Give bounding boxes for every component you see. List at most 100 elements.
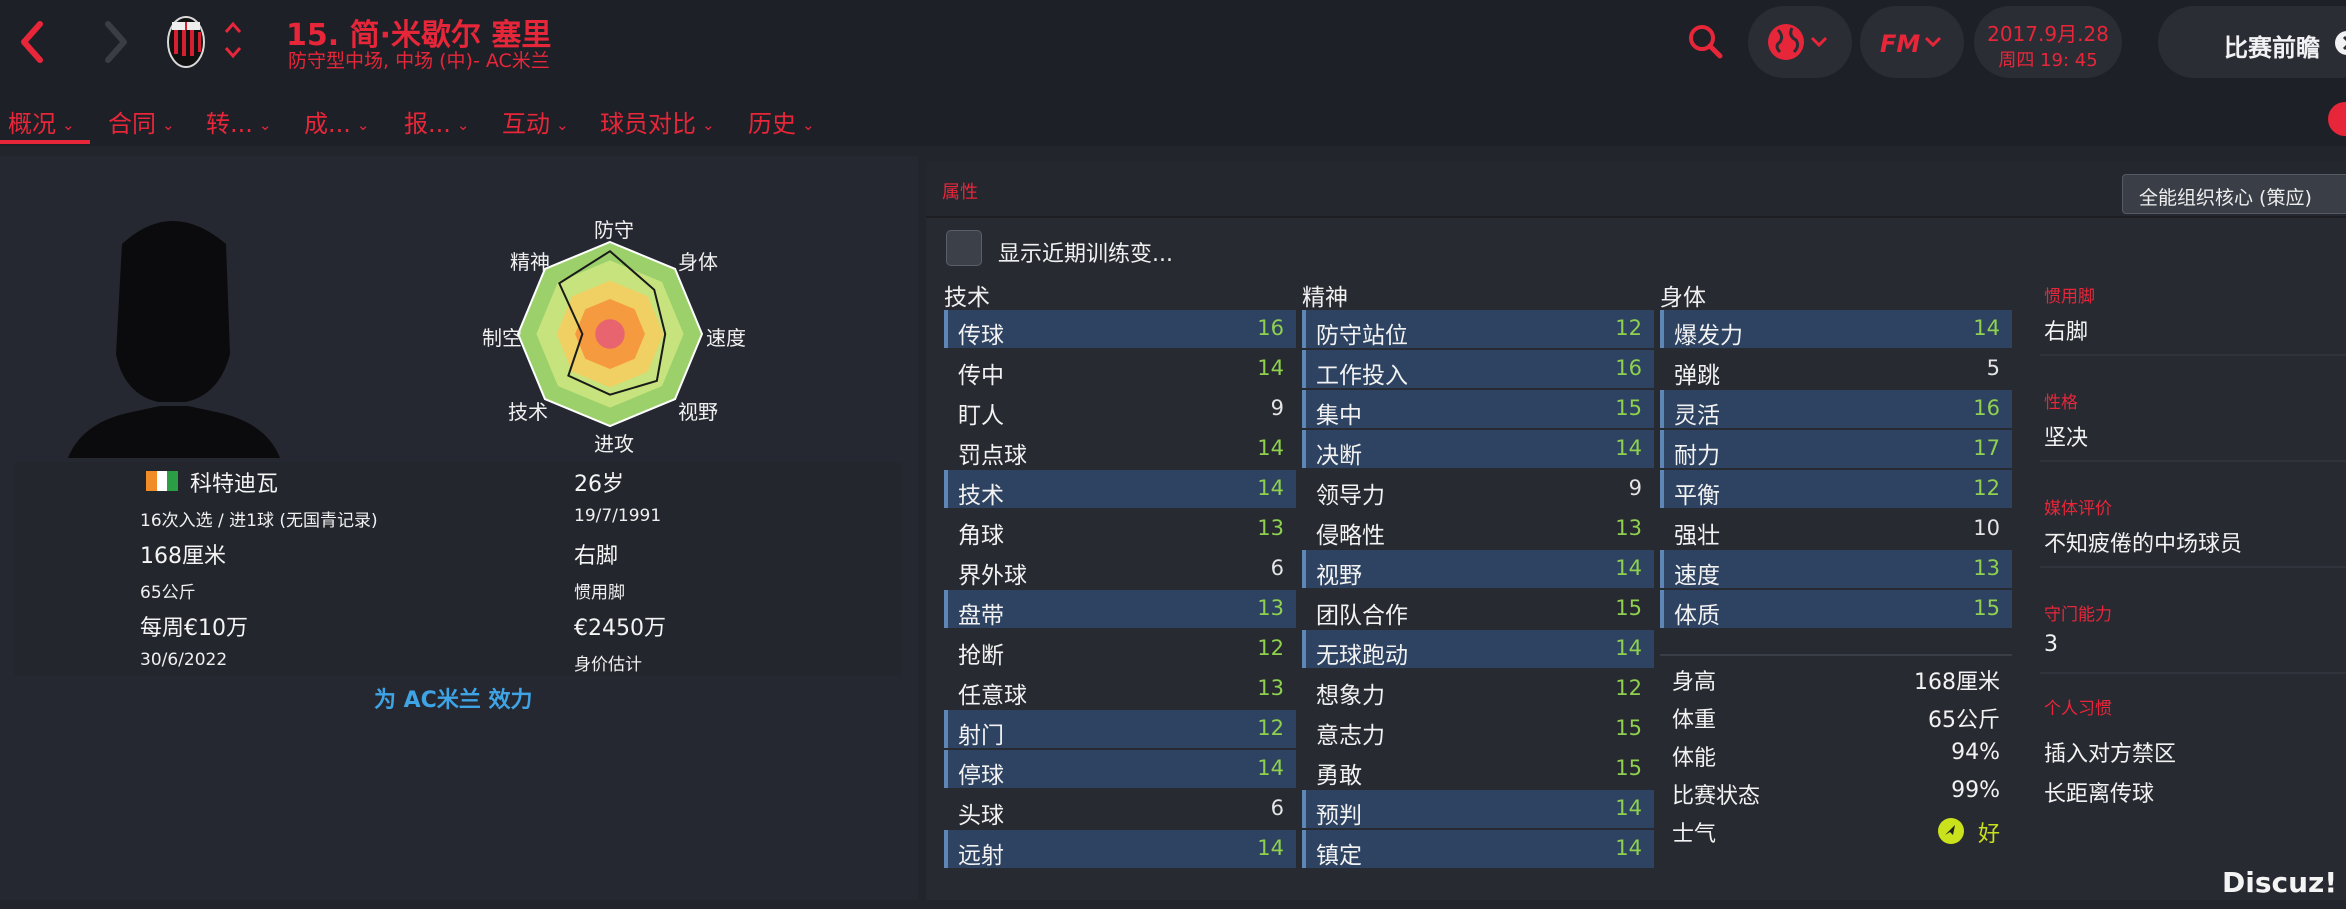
attribute-row[interactable]: 镇定 14	[1302, 830, 1654, 869]
attribute-name: 预判	[1316, 803, 1362, 829]
technical-column-title: 技术	[944, 285, 990, 311]
radar-label-mental: 精神	[510, 250, 550, 274]
attribute-value: 14	[1615, 636, 1642, 660]
attribute-row[interactable]: 强壮 10	[1660, 510, 2012, 549]
attribute-row[interactable]: 勇敢 15	[1302, 750, 1654, 789]
tab-interaction[interactable]: 互动 ⌄	[502, 104, 569, 139]
attribute-value: 14	[1257, 756, 1284, 780]
stat-row-condition: 体能 94%	[1672, 740, 2000, 771]
attribute-row[interactable]: 灵活 16	[1660, 390, 2012, 429]
attribute-row[interactable]: 任意球 13	[944, 670, 1296, 709]
attribute-row[interactable]: 预判 14	[1302, 790, 1654, 829]
attribute-row[interactable]: 决断 14	[1302, 430, 1654, 469]
attribute-row[interactable]: 远射 14	[944, 830, 1296, 869]
stat-row-match-fitness: 比赛状态 99%	[1672, 778, 2000, 809]
attributes-title: 属性	[942, 182, 978, 203]
attribute-row[interactable]: 射门 12	[944, 710, 1296, 749]
forward-arrow-icon[interactable]	[96, 18, 136, 66]
attribute-name: 停球	[958, 763, 1004, 789]
attribute-name: 远射	[958, 843, 1004, 869]
attribute-name: 防守站位	[1316, 323, 1408, 349]
tab-contract[interactable]: 合同 ⌄	[108, 104, 175, 139]
training-changes-label: 显示近期训练变...	[998, 242, 1173, 267]
attribute-row[interactable]: 集中 15	[1302, 390, 1654, 429]
attribute-row[interactable]: 头球 6	[944, 790, 1296, 829]
attribute-value: 6	[1270, 556, 1284, 580]
tab-history[interactable]: 历史 ⌄	[748, 104, 815, 139]
training-changes-checkbox[interactable]	[946, 230, 982, 266]
attribute-row[interactable]: 体质 15	[1660, 590, 2012, 629]
attribute-name: 集中	[1316, 403, 1362, 429]
attribute-row[interactable]: 传中 14	[944, 350, 1296, 389]
role-select-button[interactable]: 全能组织核心 (策应)	[2122, 174, 2346, 214]
caps-label: 16次入选 / 进1球 (无国青记录)	[140, 511, 378, 531]
attribute-value: 13	[1615, 516, 1642, 540]
attribute-row[interactable]: 工作投入 16	[1302, 350, 1654, 389]
attribute-row[interactable]: 无球跑动 14	[1302, 630, 1654, 669]
attribute-row[interactable]: 角球 13	[944, 510, 1296, 549]
fm-menu-button[interactable]: FM	[1860, 6, 1964, 78]
attribute-row[interactable]: 抢断 12	[944, 630, 1296, 669]
attribute-name: 弹跳	[1674, 363, 1720, 389]
tab-development[interactable]: 成... ⌄	[304, 104, 369, 139]
attribute-row[interactable]: 防守站位 12	[1302, 310, 1654, 349]
attribute-name: 技术	[958, 483, 1004, 509]
attribute-row[interactable]: 耐力 17	[1660, 430, 2012, 469]
attribute-name: 想象力	[1316, 683, 1385, 709]
attribute-row[interactable]: 技术 14	[944, 470, 1296, 509]
attribute-row[interactable]: 视野 14	[1302, 550, 1654, 589]
attribute-row[interactable]: 罚点球 14	[944, 430, 1296, 469]
fm-logo-icon: FM	[1880, 30, 1920, 58]
attribute-value: 17	[1973, 436, 2000, 460]
tab-transfer[interactable]: 转... ⌄	[206, 104, 271, 139]
attribute-row[interactable]: 盯人 9	[944, 390, 1296, 429]
attribute-name: 领导力	[1316, 483, 1385, 509]
radar-label-technique: 技术	[508, 400, 548, 424]
attribute-row[interactable]: 盘带 13	[944, 590, 1296, 629]
tab-reports[interactable]: 报... ⌄	[404, 104, 469, 139]
market-value: €2450万	[574, 616, 666, 641]
attribute-row[interactable]: 界外球 6	[944, 550, 1296, 589]
attribute-row[interactable]: 弹跳 5	[1660, 350, 2012, 389]
attribute-row[interactable]: 团队合作 15	[1302, 590, 1654, 629]
attribute-value: 13	[1257, 676, 1284, 700]
attribute-row[interactable]: 速度 13	[1660, 550, 2012, 589]
watermark-label: Discuz!	[2222, 866, 2338, 899]
player-silhouette	[66, 214, 282, 458]
attribute-row[interactable]: 爆发力 14	[1660, 310, 2012, 349]
attribute-name: 盯人	[958, 403, 1004, 429]
nationality-label[interactable]: 科特迪瓦	[190, 466, 278, 498]
world-menu-button[interactable]	[1748, 6, 1852, 78]
attribute-name: 工作投入	[1316, 363, 1408, 389]
attribute-name: 罚点球	[958, 443, 1027, 469]
tab-bar: 概况 ⌄ 合同 ⌄ 转... ⌄ 成... ⌄ 报... ⌄ 互动 ⌄ 球员对比 ⌄ 历史 ⌄	[0, 86, 2346, 146]
globe-icon	[1768, 24, 1828, 60]
radar-label-attack: 进攻	[594, 432, 634, 456]
attribute-row[interactable]: 侵略性 13	[1302, 510, 1654, 549]
tab-compare[interactable]: 球员对比 ⌄	[600, 104, 715, 139]
attribute-row[interactable]: 意志力 15	[1302, 710, 1654, 749]
tab-overview[interactable]: 概况 ⌄	[8, 104, 75, 139]
attribute-value: 12	[1973, 476, 2000, 500]
attribute-name: 灵活	[1674, 403, 1720, 429]
attribute-value: 15	[1615, 396, 1642, 420]
side-goalkeeping: 守门能力 3	[2040, 600, 2346, 674]
club-crest-icon[interactable]	[166, 14, 206, 70]
attribute-row[interactable]: 想象力 12	[1302, 670, 1654, 709]
date-display[interactable]: 2017.9月.28 周四 19: 45	[1974, 6, 2122, 78]
attribute-row[interactable]: 传球 16	[944, 310, 1296, 349]
plays-for-link[interactable]: 为 AC米兰 效力	[374, 682, 533, 714]
attribute-row[interactable]: 平衡 12	[1660, 470, 2012, 509]
match-preview-button[interactable]: 比赛前瞻	[2158, 6, 2346, 78]
attribute-name: 侵略性	[1316, 523, 1385, 549]
back-arrow-icon[interactable]	[12, 18, 52, 66]
dob-value: 19/7/1991	[574, 506, 662, 526]
attribute-row[interactable]: 停球 14	[944, 750, 1296, 789]
attribute-value: 14	[1257, 476, 1284, 500]
search-icon[interactable]	[1686, 20, 1726, 64]
age-value: 26岁	[574, 472, 624, 497]
attribute-value: 14	[1257, 356, 1284, 380]
chevron-updown-icon[interactable]	[222, 18, 244, 62]
attribute-row[interactable]: 领导力 9	[1302, 470, 1654, 509]
attribute-name: 任意球	[958, 683, 1027, 709]
